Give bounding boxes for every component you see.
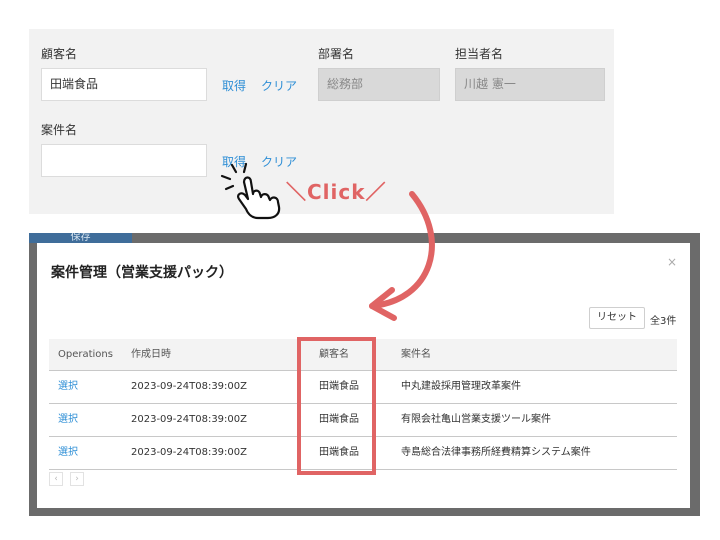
click-hand-icon xyxy=(220,162,281,220)
annotation-overlay xyxy=(220,162,435,321)
arrow-icon xyxy=(369,191,435,309)
